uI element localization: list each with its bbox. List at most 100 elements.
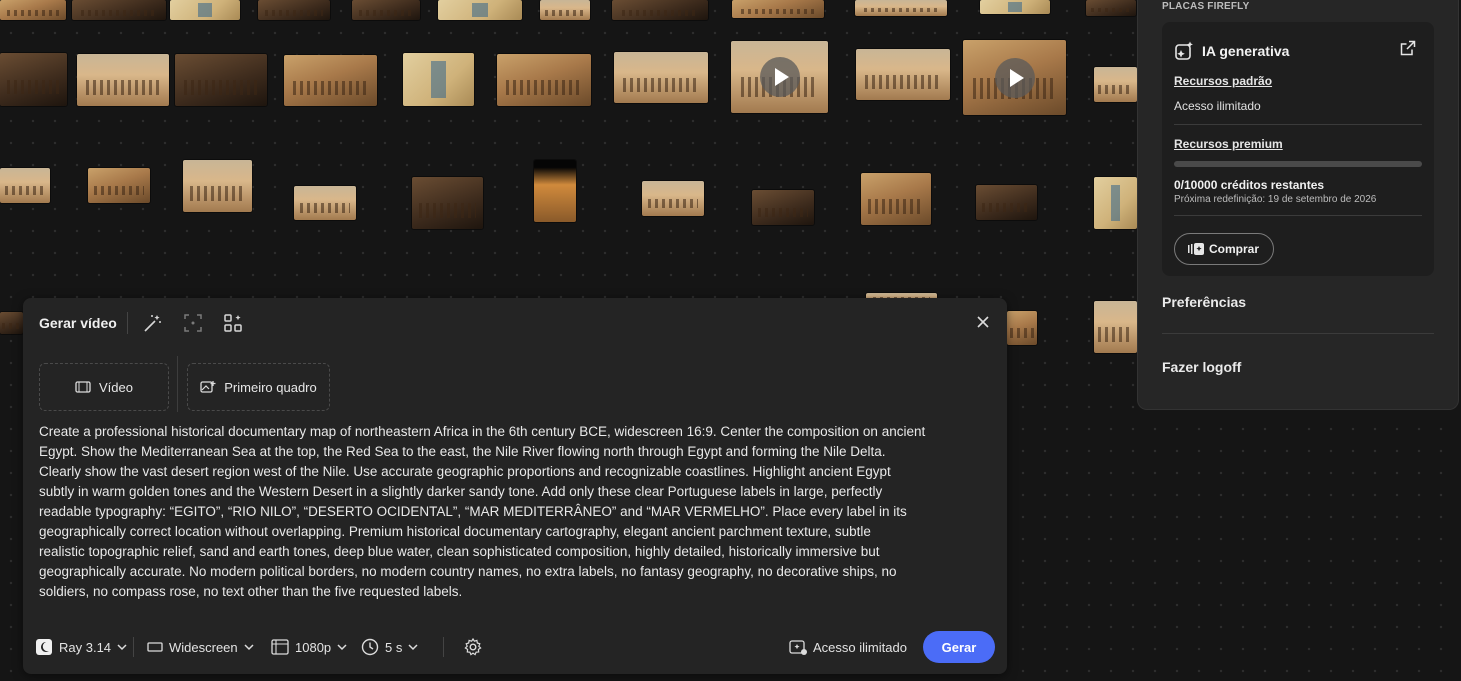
buy-label: Comprar — [1209, 242, 1260, 256]
divider — [177, 356, 178, 412]
thumbnail[interactable] — [175, 54, 267, 106]
panel-title: Gerar vídeo — [39, 315, 117, 331]
standard-resources-value: Acesso ilimitado — [1174, 99, 1261, 113]
thumbnail[interactable] — [258, 0, 330, 20]
buy-button[interactable]: Comprar — [1174, 233, 1275, 265]
thumbnail[interactable] — [1086, 0, 1136, 16]
thumbnail[interactable] — [534, 160, 576, 222]
aspect-ratio-selector[interactable]: Widescreen — [147, 631, 254, 663]
divider — [126, 312, 128, 334]
access-status[interactable]: Acesso ilimitado — [789, 631, 907, 663]
external-link-icon[interactable] — [1400, 40, 1416, 56]
resolution-selector[interactable]: 1080p — [271, 631, 347, 663]
play-icon[interactable] — [759, 57, 800, 97]
aspect-label: Widescreen — [169, 639, 238, 655]
standard-resources-link[interactable]: Recursos padrão — [1174, 74, 1272, 88]
first-frame-button[interactable]: Primeiro quadro — [187, 363, 330, 411]
thumbnail[interactable] — [1007, 311, 1037, 345]
generation-toolbar: Ray 3.14 Widescreen 1080p 5 s Acesso ili… — [35, 631, 995, 663]
thumbnail[interactable] — [72, 0, 166, 20]
thumbnail[interactable] — [352, 0, 420, 20]
grid-sparkle-icon[interactable] — [222, 312, 244, 334]
resolution-icon — [271, 639, 289, 655]
generate-button[interactable]: Gerar — [923, 631, 995, 663]
magic-wand-icon[interactable] — [142, 312, 164, 334]
thumbnail[interactable] — [731, 41, 828, 113]
thumbnail[interactable] — [855, 0, 947, 16]
next-reset-date: Próxima redefinição: 19 de setembro de 2… — [1174, 194, 1377, 205]
divider — [443, 637, 444, 657]
model-label: Ray 3.14 — [59, 639, 112, 655]
credits-remaining: 0/10000 créditos restantes — [1174, 178, 1325, 192]
frame-select-icon[interactable] — [182, 312, 204, 334]
thumbnail[interactable] — [614, 52, 708, 103]
duration-label: 5 s — [385, 639, 403, 655]
thumbnail[interactable] — [0, 0, 66, 20]
thumbnail[interactable] — [1094, 301, 1137, 353]
thumbnail[interactable] — [170, 0, 240, 20]
model-selector[interactable]: Ray 3.14 — [35, 631, 127, 663]
chevron-down-icon — [337, 643, 347, 651]
thumbnail[interactable] — [284, 55, 377, 106]
preferences-menu-item[interactable]: Preferências — [1162, 294, 1246, 310]
video-mode-label: Vídeo — [99, 379, 133, 395]
first-frame-label: Primeiro quadro — [224, 379, 317, 395]
thumbnail[interactable] — [1094, 177, 1137, 229]
thumbnail[interactable] — [540, 0, 590, 20]
resolution-label: 1080p — [295, 639, 332, 655]
duration-selector[interactable]: 5 s — [361, 631, 418, 663]
prompt-text[interactable]: Create a professional historical documen… — [39, 422, 999, 602]
generate-video-panel: Gerar vídeo Vídeo Primeiro quadro Create… — [23, 298, 1007, 674]
video-mode-button[interactable]: Vídeo — [39, 363, 169, 411]
access-label: Acesso ilimitado — [813, 639, 907, 655]
thumbnail[interactable] — [732, 0, 824, 18]
model-icon — [35, 638, 53, 656]
chevron-down-icon — [408, 643, 418, 651]
widescreen-icon — [147, 641, 163, 653]
divider — [133, 637, 134, 657]
divider — [1174, 124, 1422, 125]
generative-ai-icon — [1174, 40, 1196, 62]
section-title: PLACAS FIREFLY — [1162, 1, 1250, 12]
chevron-down-icon — [117, 643, 127, 651]
premium-resources-link[interactable]: Recursos premium — [1174, 137, 1283, 151]
panel-header: Gerar vídeo — [39, 312, 262, 334]
credits-icon — [789, 639, 807, 655]
thumbnail[interactable] — [1094, 67, 1137, 102]
generative-ai-card: IA generativa Recursos padrão Acesso ili… — [1162, 22, 1434, 276]
thumbnail[interactable] — [88, 168, 150, 203]
thumbnail[interactable] — [752, 190, 814, 225]
credits-progress-bar — [1174, 161, 1422, 167]
thumbnail[interactable] — [976, 185, 1037, 220]
thumbnail[interactable] — [980, 0, 1050, 14]
thumbnail[interactable] — [412, 177, 483, 229]
thumbnail[interactable] — [0, 53, 67, 106]
logout-menu-item[interactable]: Fazer logoff — [1162, 359, 1241, 375]
thumbnail[interactable] — [183, 160, 252, 212]
thumbnail[interactable] — [497, 54, 591, 106]
thumbnail[interactable] — [438, 0, 522, 20]
ai-card-header: IA generativa — [1174, 40, 1289, 62]
thumbnail[interactable] — [963, 40, 1066, 115]
thumbnail[interactable] — [0, 312, 23, 334]
thumbnail[interactable] — [856, 49, 950, 100]
ai-card-title: IA generativa — [1202, 43, 1290, 59]
thumbnail[interactable] — [612, 0, 708, 20]
gear-icon — [463, 637, 483, 657]
chevron-down-icon — [244, 643, 254, 651]
divider — [1162, 333, 1434, 334]
add-image-icon — [200, 380, 216, 394]
account-menu: PLACAS FIREFLY IA generativa Recursos pa… — [1137, 0, 1459, 410]
thumbnail[interactable] — [861, 173, 931, 225]
thumbnail[interactable] — [403, 53, 474, 106]
thumbnail[interactable] — [77, 54, 169, 106]
thumbnail[interactable] — [642, 181, 704, 216]
divider — [1174, 215, 1422, 216]
thumbnail[interactable] — [294, 186, 356, 220]
play-icon[interactable] — [994, 57, 1035, 98]
video-icon — [75, 380, 91, 394]
close-icon[interactable] — [975, 314, 991, 330]
clock-icon — [361, 638, 379, 656]
thumbnail[interactable] — [0, 168, 50, 203]
settings-button[interactable] — [463, 631, 483, 663]
